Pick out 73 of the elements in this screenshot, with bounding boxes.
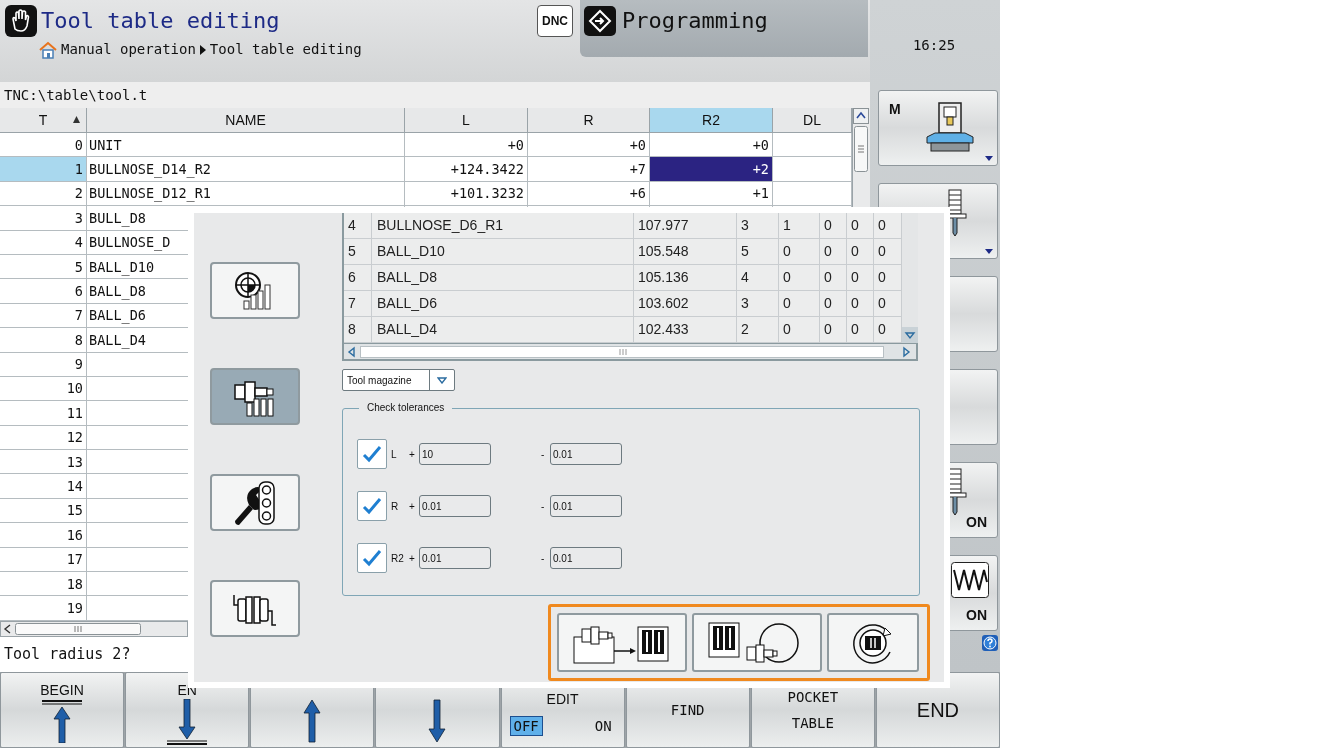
- table-cell: 10: [0, 376, 87, 402]
- field-label: R2: [390, 551, 405, 566]
- table-cell: 107.977: [634, 213, 737, 239]
- table-cell: 19: [0, 596, 87, 621]
- table-cell: 0: [0, 133, 87, 158]
- table-cell: 0: [820, 265, 847, 291]
- table-cell: 6: [0, 279, 87, 304]
- plus-sign: +: [409, 499, 416, 514]
- file-path: TNC:\table\tool.t: [4, 86, 148, 105]
- table-cell: +2: [650, 157, 773, 182]
- table-cell: 0: [847, 239, 874, 265]
- table-cell: 0: [847, 291, 874, 317]
- minus-sign: -: [541, 499, 546, 514]
- table-cell: 4: [737, 265, 779, 291]
- table-cell: BULLNOSE_D12_R1: [87, 181, 405, 207]
- table-cell: UNIT: [87, 133, 405, 158]
- table-cell: 1: [0, 157, 87, 182]
- table-cell: 15: [0, 498, 87, 524]
- table-cell: 105.548: [634, 239, 737, 265]
- table-cell: 17: [0, 547, 87, 573]
- table-cell: 16: [0, 523, 87, 548]
- table-cell: 12: [0, 425, 87, 451]
- table-cell: 8: [0, 328, 87, 353]
- table-cell: 5: [0, 254, 87, 280]
- table-cell: 9: [0, 352, 87, 377]
- plus-sign: +: [409, 551, 416, 566]
- table-cell: +0: [405, 133, 528, 158]
- table-cell: +1: [650, 181, 773, 207]
- table-cell: 13: [0, 450, 87, 475]
- table-cell: 4: [344, 213, 372, 239]
- table-cell: 11: [0, 401, 87, 426]
- field-label: L: [390, 447, 398, 462]
- table-cell: 7: [344, 291, 372, 317]
- table-cell: BALL_D10: [372, 239, 634, 265]
- table-cell: 0: [820, 291, 847, 317]
- table-cell: 0: [779, 265, 820, 291]
- table-cell: BULLNOSE_D14_R2: [87, 157, 405, 182]
- table-cell: 3: [737, 291, 779, 317]
- table-cell: +6: [528, 181, 650, 207]
- table-cell: BALL_D6: [372, 291, 634, 317]
- table-cell: +7: [528, 157, 650, 182]
- table-cell: 14: [0, 474, 87, 499]
- table-cell: +0: [650, 133, 773, 158]
- table-cell: +101.3232: [405, 181, 528, 207]
- table-cell: +0: [528, 133, 650, 158]
- clock: 16:25: [912, 35, 956, 55]
- table-cell: 7: [0, 303, 87, 329]
- plus-sign: +: [409, 447, 416, 462]
- table-cell: 105.136: [634, 265, 737, 291]
- table-cell: 0: [847, 265, 874, 291]
- table-cell: BULLNOSE_D6_R1: [372, 213, 634, 239]
- table-cell: 6: [344, 265, 372, 291]
- prompt-text: Tool radius 2?: [4, 644, 131, 666]
- field-label: R: [390, 499, 400, 514]
- table-cell: 3: [0, 206, 87, 231]
- table-cell: 5: [737, 239, 779, 265]
- table-cell: 18: [0, 572, 87, 597]
- page-title: Tool table editing: [41, 10, 280, 32]
- table-cell: 0: [847, 213, 874, 239]
- table-cell: 5: [344, 239, 372, 265]
- table-cell: 3: [737, 213, 779, 239]
- table-cell: 103.602: [634, 291, 737, 317]
- table-cell: 0: [779, 239, 820, 265]
- table-cell: 1: [779, 213, 820, 239]
- table-cell: 0: [820, 213, 847, 239]
- table-cell: +124.3422: [405, 157, 528, 182]
- table-cell: 0: [820, 239, 847, 265]
- minus-sign: -: [541, 447, 546, 462]
- table-cell: 0: [779, 291, 820, 317]
- table-cell: 4: [0, 230, 87, 255]
- minus-sign: -: [541, 551, 546, 566]
- table-cell: 2: [0, 181, 87, 207]
- table-cell: BALL_D8: [372, 265, 634, 291]
